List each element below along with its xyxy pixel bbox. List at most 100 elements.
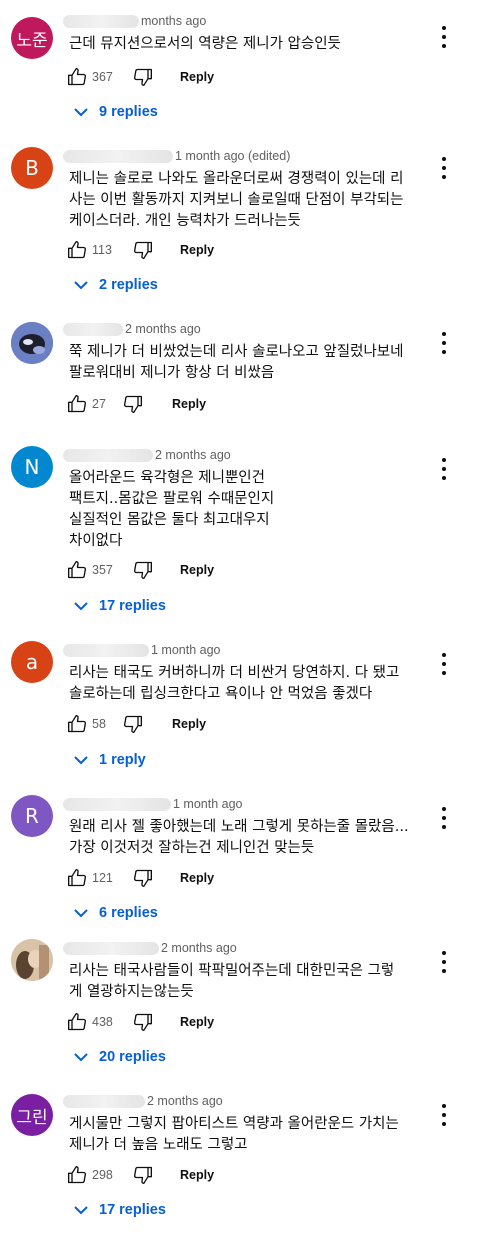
view-replies-button[interactable]: 20 replies <box>74 1046 166 1068</box>
dislike-icon[interactable] <box>132 558 154 582</box>
comment-header: 1 month ago <box>63 641 221 659</box>
comment-text: 제니는 솔로로 나와도 올라운더로써 경쟁력이 있는데 리 사는 이번 활동까지… <box>69 171 404 229</box>
dislike-icon[interactable] <box>132 238 154 262</box>
comment-text: 원래 리사 젤 좋아했는데 노래 그렇게 못하는줄 몰랐음... 가장 이것저것… <box>69 819 409 856</box>
comment-text: 올어라운드 육각형은 제니뿐인건 팩트지..몸값은 팔로워 수때문인지 실질적인… <box>69 470 275 549</box>
avatar[interactable]: 그린 <box>11 1094 53 1136</box>
more-actions-icon[interactable] <box>437 332 451 354</box>
blurred-username <box>63 14 139 28</box>
like-icon[interactable] <box>66 65 88 89</box>
reply-button[interactable]: Reply <box>180 1015 214 1029</box>
blurred-username <box>63 322 123 336</box>
like-count: 27 <box>92 397 106 411</box>
chevron-down-icon <box>74 602 88 611</box>
comment-header: 1 month ago (edited) <box>63 147 290 165</box>
blurred-username <box>63 1094 145 1108</box>
comment-header: 2 months ago <box>63 939 237 957</box>
like-icon[interactable] <box>66 866 88 890</box>
like-icon[interactable] <box>66 238 88 262</box>
like-icon[interactable] <box>66 1163 88 1187</box>
comment-text: 근데 뮤지션으로서의 역량은 제니가 압승인듯 <box>69 36 341 52</box>
like-count: 357 <box>92 563 113 577</box>
like-count: 58 <box>92 717 106 731</box>
reply-button[interactable]: Reply <box>180 871 214 885</box>
blurred-username <box>63 149 173 163</box>
action-bar: 58 Reply <box>66 712 206 736</box>
reply-button[interactable]: Reply <box>172 717 206 731</box>
dislike-icon[interactable] <box>122 392 144 416</box>
replies-label: 17 replies <box>99 598 166 614</box>
view-replies-button[interactable]: 1 reply <box>74 749 146 771</box>
comment-header: months ago <box>63 12 206 30</box>
comment-text: 리사는 태국도 커버하니까 더 비싼거 당연하지. 다 됐고 솔로하는데 립싱크… <box>69 665 400 702</box>
dislike-icon[interactable] <box>132 1163 154 1187</box>
replies-label: 1 reply <box>99 752 146 768</box>
blurred-username <box>63 797 171 811</box>
avatar-initials: a <box>25 650 39 674</box>
avatar-initials: B <box>25 156 39 180</box>
avatar[interactable]: B <box>11 147 53 189</box>
comment-time: 1 month ago <box>151 643 221 657</box>
comment-time: 1 month ago (edited) <box>175 149 291 163</box>
avatar-initials: R <box>25 804 39 828</box>
more-actions-icon[interactable] <box>437 807 451 829</box>
avatar[interactable]: 노준 <box>11 17 53 59</box>
avatar[interactable]: N <box>11 446 53 488</box>
like-count: 113 <box>92 243 112 257</box>
view-replies-button[interactable]: 17 replies <box>74 1199 166 1221</box>
chevron-down-icon <box>74 1053 88 1062</box>
blurred-username <box>63 643 149 657</box>
comment-text: 게시물만 그렇지 팝아티스트 역량과 올어란운드 가치는 제니가 더 높음 노래… <box>69 1116 399 1153</box>
replies-label: 6 replies <box>99 905 158 921</box>
avatar[interactable] <box>11 939 53 981</box>
avatar-initials: 노준 <box>16 30 48 51</box>
like-icon[interactable] <box>66 712 88 736</box>
more-actions-icon[interactable] <box>437 26 451 48</box>
like-icon[interactable] <box>66 1010 88 1034</box>
action-bar: 298 Reply <box>66 1163 214 1187</box>
reply-button[interactable]: Reply <box>180 1168 214 1182</box>
more-actions-icon[interactable] <box>437 458 451 480</box>
comment-time: months ago <box>141 14 207 28</box>
avatar[interactable]: R <box>11 795 53 837</box>
comment-header: 2 months ago <box>63 320 201 338</box>
comment-time: 2 months ago <box>161 941 237 955</box>
more-actions-icon[interactable] <box>437 157 451 179</box>
view-replies-button[interactable]: 9 replies <box>74 101 158 123</box>
like-count: 367 <box>92 70 113 84</box>
blurred-username <box>63 941 159 955</box>
action-bar: 27 Reply <box>66 392 206 416</box>
reply-button[interactable]: Reply <box>180 70 214 84</box>
dislike-icon[interactable] <box>132 1010 154 1034</box>
more-actions-icon[interactable] <box>437 1104 451 1126</box>
chevron-down-icon <box>74 281 88 290</box>
action-bar: 357 Reply <box>66 558 214 582</box>
comment-time: 2 months ago <box>155 448 231 462</box>
replies-label: 20 replies <box>99 1049 166 1065</box>
reply-button[interactable]: Reply <box>180 563 214 577</box>
more-actions-icon[interactable] <box>437 653 451 675</box>
view-replies-button[interactable]: 6 replies <box>74 902 158 924</box>
view-replies-button[interactable]: 2 replies <box>74 274 158 296</box>
replies-label: 2 replies <box>99 277 158 293</box>
action-bar: 438 Reply <box>66 1010 214 1034</box>
more-actions-icon[interactable] <box>437 951 451 973</box>
comment-time: 2 months ago <box>125 322 201 336</box>
comment-header: 2 months ago <box>63 446 231 464</box>
blurred-username <box>63 448 153 462</box>
chevron-down-icon <box>74 756 88 765</box>
action-bar: 121 Reply <box>66 866 214 890</box>
avatar[interactable]: a <box>11 641 53 683</box>
avatar-initials: N <box>24 455 40 479</box>
dislike-icon[interactable] <box>132 65 154 89</box>
view-replies-button[interactable]: 17 replies <box>74 595 166 617</box>
dislike-icon[interactable] <box>132 866 154 890</box>
like-icon[interactable] <box>66 392 88 416</box>
avatar[interactable] <box>11 322 53 364</box>
dislike-icon[interactable] <box>122 712 144 736</box>
reply-button[interactable]: Reply <box>172 397 206 411</box>
like-icon[interactable] <box>66 558 88 582</box>
like-count: 298 <box>92 1168 113 1182</box>
reply-button[interactable]: Reply <box>180 243 214 257</box>
replies-label: 17 replies <box>99 1202 166 1218</box>
